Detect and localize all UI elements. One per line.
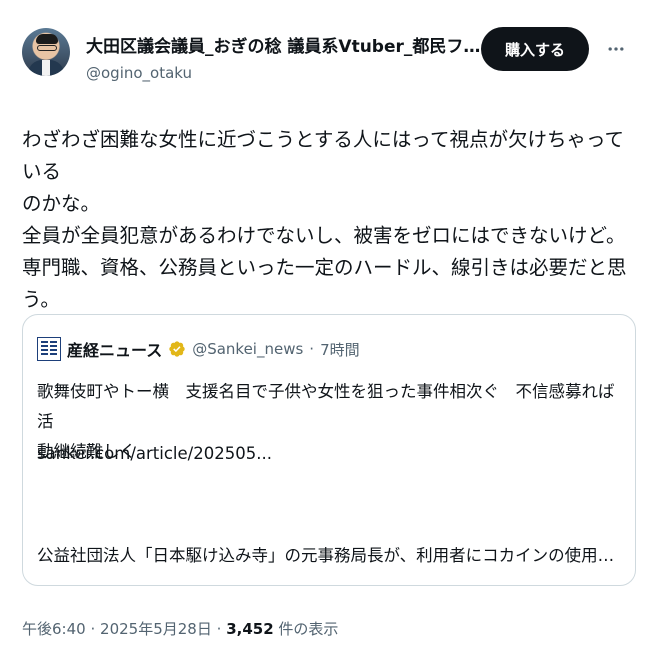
quoted-author-name: 産経ニュース xyxy=(67,341,163,360)
post-body-line: のかな。 xyxy=(22,192,101,215)
buy-button[interactable]: 購入する xyxy=(481,27,589,71)
more-options-button[interactable] xyxy=(601,34,631,64)
avatar-hair xyxy=(36,34,58,44)
quoted-article-link[interactable]: sankei.com/article/202505... xyxy=(37,439,272,469)
post-time[interactable]: 午後6:40 xyxy=(22,620,86,638)
avatar[interactable] xyxy=(22,28,70,76)
post-body-line: 全員が全員犯意があるわけでないし、被害をゼロにはできないけど。 xyxy=(22,224,626,247)
author-handle[interactable]: @ogino_otaku xyxy=(86,64,192,82)
author-display-name[interactable]: 大田区議会議員_おぎの稔 議員系Vtuber_都民ファー... xyxy=(86,32,491,57)
quoted-separator: · xyxy=(309,340,315,358)
quoted-timestamp[interactable]: 7時間 xyxy=(320,339,360,360)
post-metadata: 午後6:40 · 2025年5月28日 · 3,452 件の表示 xyxy=(22,618,338,639)
post-body-line: 専門職、資格、公務員といった一定のハードル、線引きは必要だと思う。 xyxy=(22,256,627,311)
quoted-author-handle: @Sankei_news xyxy=(192,340,304,358)
view-count: 3,452 xyxy=(226,620,274,638)
avatar-shirt xyxy=(42,60,50,76)
avatar-glasses xyxy=(37,45,57,51)
quoted-post-card[interactable]: 産経ニュース @Sankei_news · 7時間 歌舞伎町やトー横 支援名目で… xyxy=(22,314,636,586)
view-count-label: 件の表示 xyxy=(278,620,339,638)
more-horizontal-icon xyxy=(608,47,624,51)
verified-gold-badge-icon xyxy=(169,341,185,357)
quoted-post-text-secondary: 公益社団法人「日本駆け込み寺」の元事務局長が、利用者にコカインの使用を... xyxy=(37,546,627,565)
author-name-row: 大田区議会議員_おぎの稔 議員系Vtuber_都民ファー... xyxy=(86,32,516,57)
quoted-post-header: 産経ニュース @Sankei_news · 7時間 xyxy=(37,337,360,361)
meta-separator: · xyxy=(216,620,222,638)
post-body-line: わざわざ困難な女性に近づこうとする人にはって視点が欠けちゃっている xyxy=(22,128,624,183)
quoted-text-line: 歌舞伎町やトー横 支援名目で子供や女性を狙った事件相次ぐ 不信感募れば活 xyxy=(37,382,615,431)
sankei-logo-icon[interactable] xyxy=(37,337,61,361)
post-body: わざわざ困難な女性に近づこうとする人にはって視点が欠けちゃっている のかな。 全… xyxy=(22,124,637,316)
post-date[interactable]: 2025年5月28日 xyxy=(100,620,212,638)
post-header: 大田区議会議員_おぎの稔 議員系Vtuber_都民ファー... @ogino_o… xyxy=(22,20,631,100)
meta-separator: · xyxy=(90,620,96,638)
